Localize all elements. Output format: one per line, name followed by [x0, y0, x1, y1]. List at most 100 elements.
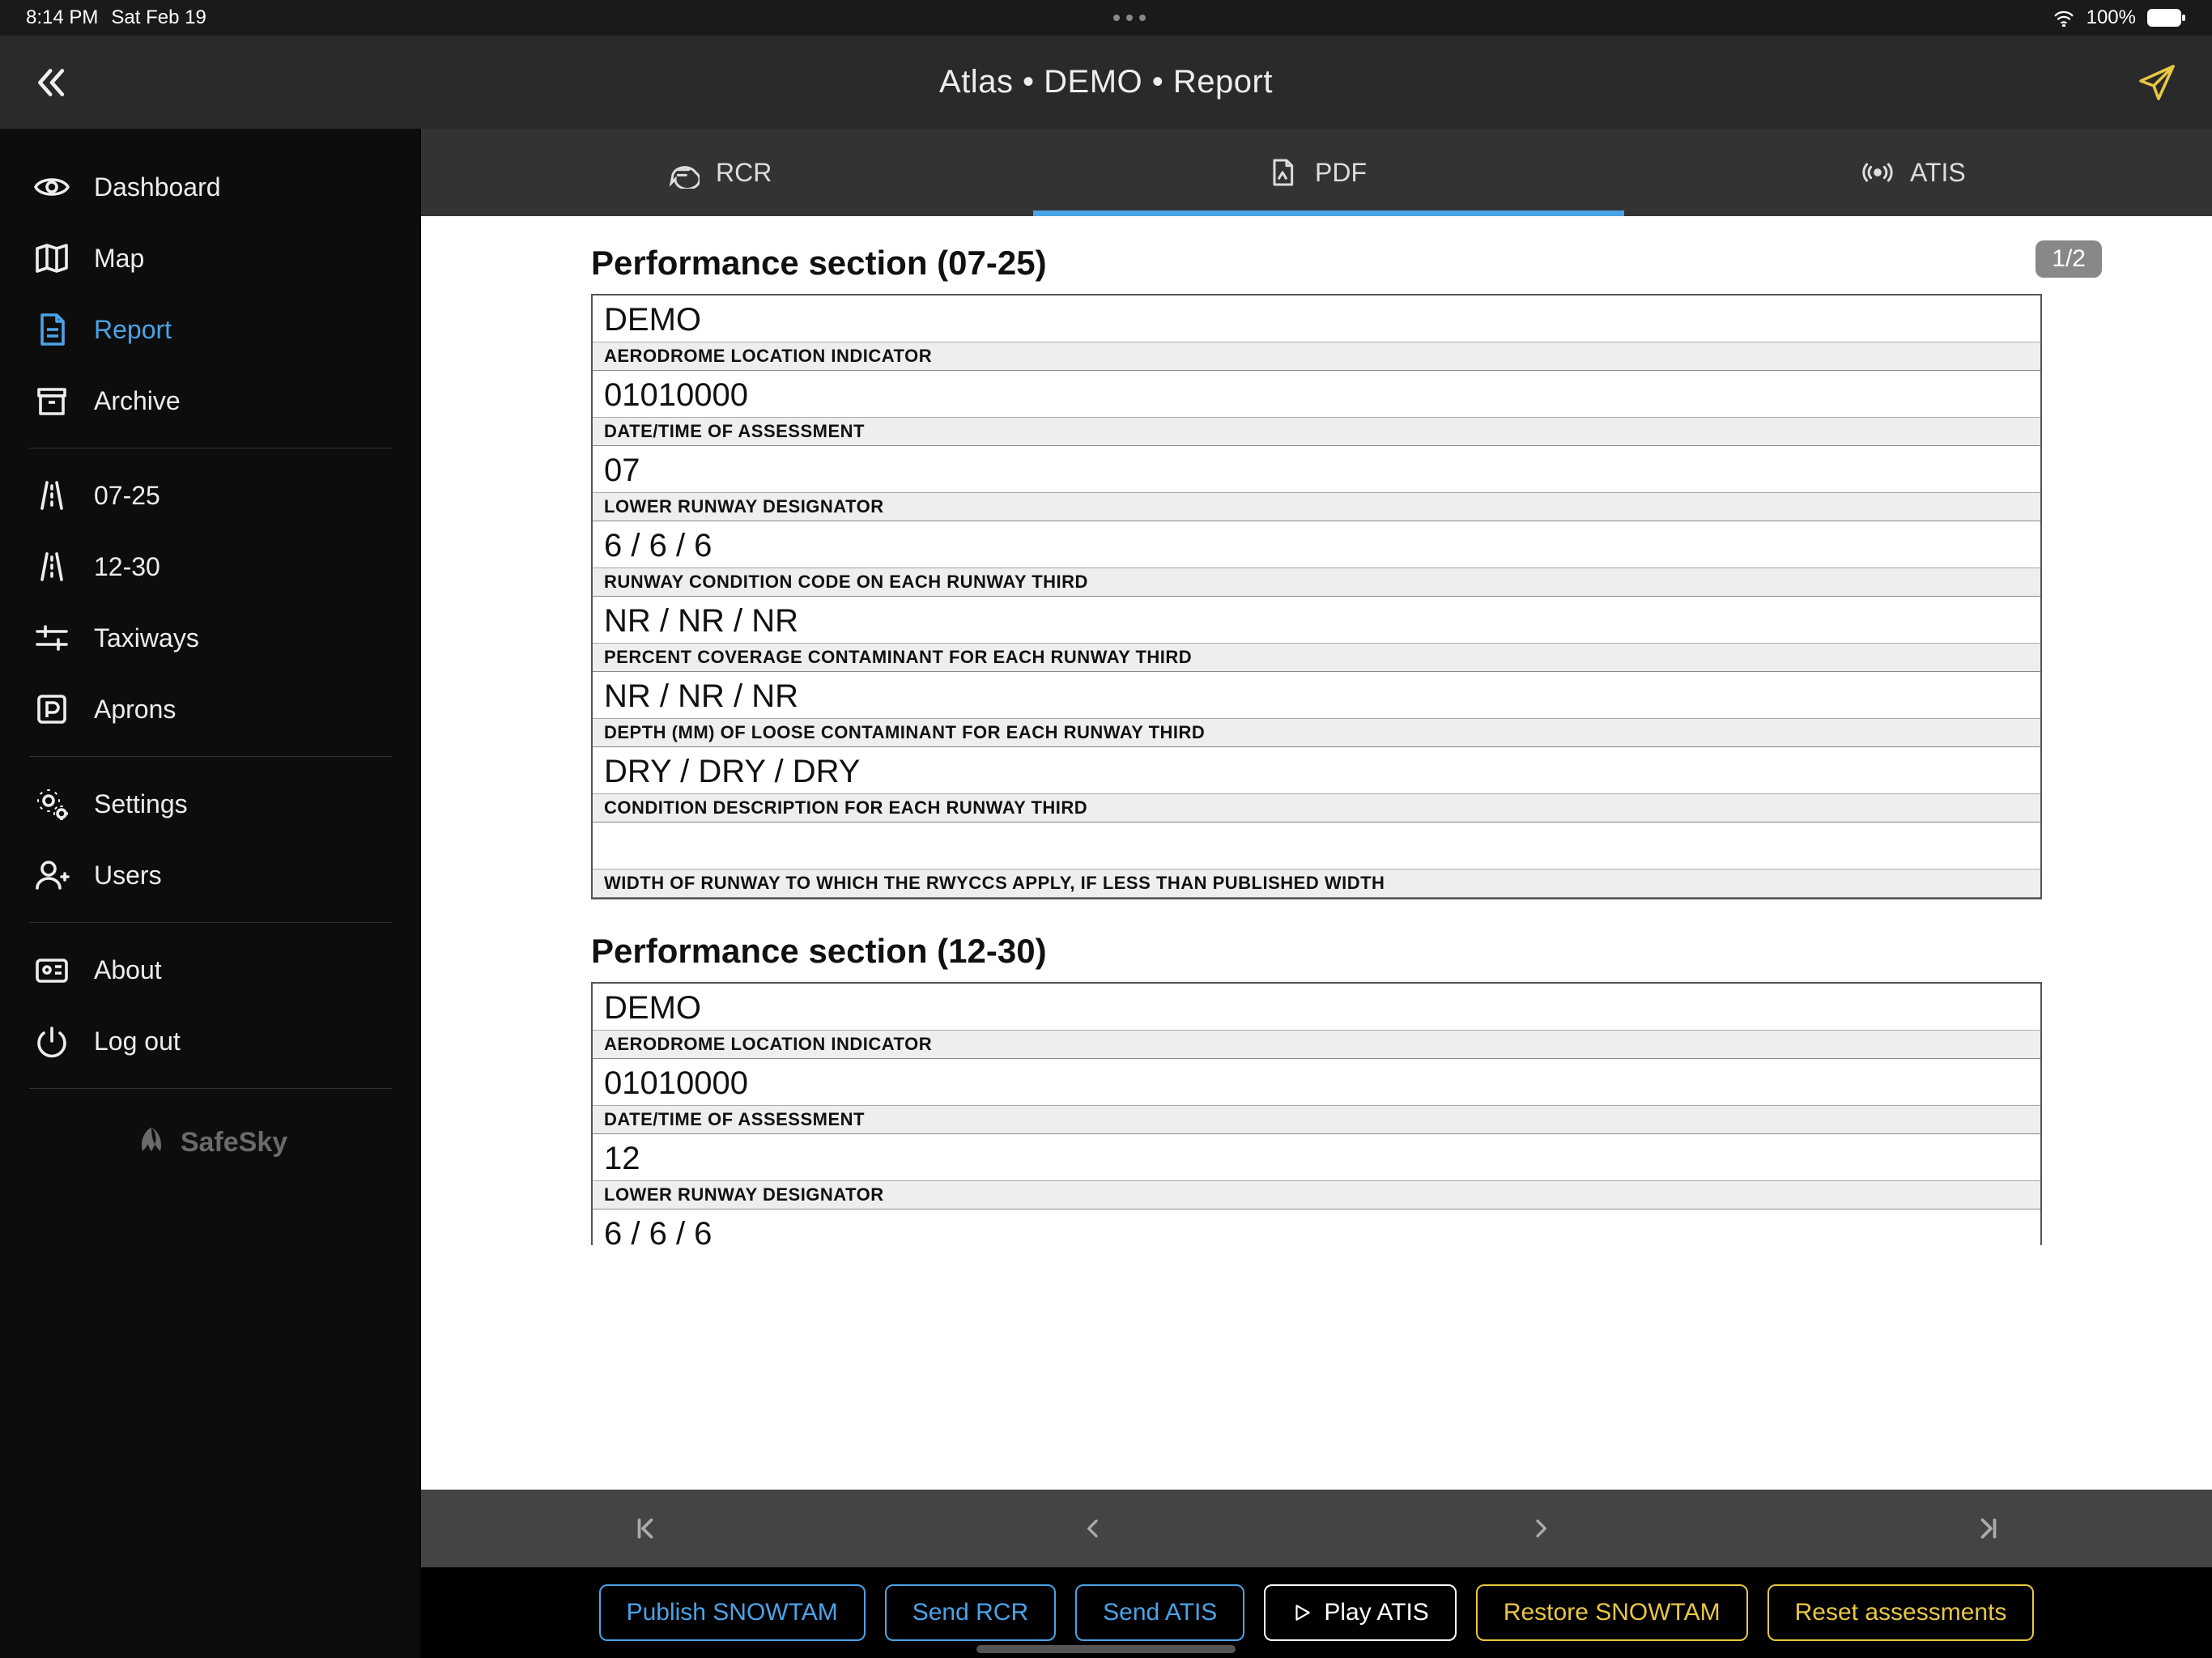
cell-value: 6 / 6 / 6 — [593, 1209, 2040, 1245]
sidebar-item-settings[interactable]: Settings — [0, 768, 421, 840]
gear-icon — [32, 784, 71, 823]
cell-label: RUNWAY CONDITION CODE ON EACH RUNWAY THI… — [593, 568, 2040, 597]
pdf-viewer[interactable]: 1/2 Performance section (07-25) DEMOAERO… — [421, 216, 2212, 1490]
action-bar: Publish SNOWTAM Send RCR Send ATIS Play … — [421, 1567, 2212, 1658]
tab-label: PDF — [1315, 158, 1367, 188]
cell-label: DATE/TIME OF ASSESSMENT — [593, 1105, 2040, 1134]
users-icon — [32, 856, 71, 895]
prev-page-button[interactable] — [1074, 1509, 1112, 1548]
app-header: Atlas • DEMO • Report — [0, 36, 2212, 129]
battery-icon — [2147, 9, 2186, 27]
send-rcr-button[interactable]: Send RCR — [885, 1584, 1056, 1641]
cell-label: DATE/TIME OF ASSESSMENT — [593, 417, 2040, 446]
cell-value: 07 — [593, 446, 2040, 492]
cell-label: LOWER RUNWAY DESIGNATOR — [593, 492, 2040, 521]
publish-snowtam-button[interactable]: Publish SNOWTAM — [599, 1584, 866, 1641]
home-indicator[interactable] — [976, 1645, 1236, 1653]
sidebar-item-label: 07-25 — [94, 481, 160, 511]
tab-label: RCR — [716, 158, 772, 188]
cell-label: LOWER RUNWAY DESIGNATOR — [593, 1180, 2040, 1209]
page-indicator: 1/2 — [2035, 240, 2102, 278]
sidebar-item-label: Log out — [94, 1027, 181, 1056]
cell-value: DEMO — [593, 984, 2040, 1030]
cell-label: DEPTH (MM) OF LOOSE CONTAMINANT FOR EACH… — [593, 718, 2040, 747]
cell-label: PERCENT COVERAGE CONTAMINANT FOR EACH RU… — [593, 643, 2040, 672]
brand: SafeSky — [0, 1124, 421, 1160]
broadcast-icon — [1861, 156, 1894, 189]
power-icon — [32, 1022, 71, 1061]
sidebar-item-label: Archive — [94, 386, 181, 416]
send-atis-button[interactable]: Send ATIS — [1075, 1584, 1244, 1641]
restore-snowtam-button[interactable]: Restore SNOWTAM — [1476, 1584, 1748, 1641]
sidebar-item-report[interactable]: Report — [0, 294, 421, 365]
pager-bar — [421, 1490, 2212, 1567]
pdf-icon — [1266, 156, 1299, 189]
status-bar: 8:14 PM Sat Feb 19 100% — [0, 0, 2212, 36]
tabs: RCR PDF ATIS — [421, 129, 2212, 216]
multitask-dots[interactable] — [1113, 15, 1146, 21]
parking-icon — [32, 690, 71, 729]
last-page-button[interactable] — [1969, 1509, 2008, 1548]
reset-assessments-button[interactable]: Reset assessments — [1767, 1584, 2035, 1641]
cell-label: WIDTH OF RUNWAY TO WHICH THE RWYCCS APPL… — [593, 869, 2040, 898]
tab-rcr[interactable]: RCR — [421, 129, 1018, 216]
cell-value: 01010000 — [593, 371, 2040, 417]
sidebar-item-label: About — [94, 955, 162, 985]
cell-value: 6 / 6 / 6 — [593, 521, 2040, 568]
id-card-icon — [32, 950, 71, 989]
sidebar-item-label: Users — [94, 861, 162, 891]
play-atis-button[interactable]: Play ATIS — [1264, 1584, 1457, 1641]
sidebar-item-dashboard[interactable]: Dashboard — [0, 151, 421, 223]
sidebar-item-label: 12-30 — [94, 552, 160, 582]
first-page-button[interactable] — [626, 1509, 665, 1548]
eye-icon — [32, 168, 71, 206]
cell-value: DEMO — [593, 295, 2040, 342]
cell-value — [593, 823, 2040, 869]
performance-table: DEMOAERODROME LOCATION INDICATOR 0101000… — [591, 294, 2042, 899]
sidebar-item-label: Report — [94, 315, 172, 345]
cell-value: DRY / DRY / DRY — [593, 747, 2040, 793]
sidebar: Dashboard Map Report Archive — [0, 129, 421, 1658]
sidebar-item-label: Taxiways — [94, 623, 199, 653]
cell-label: AERODROME LOCATION INDICATOR — [593, 1030, 2040, 1059]
sidebar-item-map[interactable]: Map — [0, 223, 421, 294]
runway-icon — [32, 547, 71, 586]
sidebar-item-label: Map — [94, 244, 144, 274]
sidebar-item-archive[interactable]: Archive — [0, 365, 421, 436]
tab-atis[interactable]: ATIS — [1615, 129, 2212, 216]
cell-value: NR / NR / NR — [593, 672, 2040, 718]
back-button[interactable] — [34, 65, 70, 100]
runway-icon — [32, 476, 71, 515]
sidebar-item-runway-12-30[interactable]: 12-30 — [0, 531, 421, 602]
section-title: Performance section (12-30) — [591, 932, 2042, 971]
tab-label: ATIS — [1910, 158, 1966, 188]
report-icon — [32, 310, 71, 349]
main: RCR PDF ATIS 1/2 — [421, 129, 2212, 1658]
sidebar-item-label: Aprons — [94, 695, 176, 725]
page-title: Atlas • DEMO • Report — [939, 64, 1273, 100]
sidebar-item-about[interactable]: About — [0, 934, 421, 1005]
next-page-button[interactable] — [1521, 1509, 1560, 1548]
wifi-icon — [2052, 9, 2075, 27]
map-icon — [32, 239, 71, 278]
sidebar-item-label: Dashboard — [94, 172, 221, 202]
status-date: Sat Feb 19 — [111, 6, 206, 29]
chat-icon — [667, 156, 700, 189]
send-button[interactable] — [2138, 63, 2176, 102]
sidebar-item-label: Settings — [94, 789, 188, 819]
battery-percent: 100% — [2087, 6, 2136, 29]
status-time: 8:14 PM — [26, 6, 98, 29]
sidebar-item-taxiways[interactable]: Taxiways — [0, 602, 421, 674]
archive-icon — [32, 381, 71, 420]
sidebar-item-aprons[interactable]: Aprons — [0, 674, 421, 745]
sidebar-item-runway-07-25[interactable]: 07-25 — [0, 460, 421, 531]
performance-table: DEMOAERODROME LOCATION INDICATOR 0101000… — [591, 982, 2042, 1245]
taxiway-icon — [32, 619, 71, 657]
section-title: Performance section (07-25) — [591, 244, 2042, 283]
sidebar-item-logout[interactable]: Log out — [0, 1005, 421, 1077]
sidebar-item-users[interactable]: Users — [0, 840, 421, 911]
brand-label: SafeSky — [181, 1127, 287, 1158]
tab-pdf[interactable]: PDF — [1018, 129, 1614, 216]
cell-label: CONDITION DESCRIPTION FOR EACH RUNWAY TH… — [593, 793, 2040, 823]
cell-label: AERODROME LOCATION INDICATOR — [593, 342, 2040, 371]
